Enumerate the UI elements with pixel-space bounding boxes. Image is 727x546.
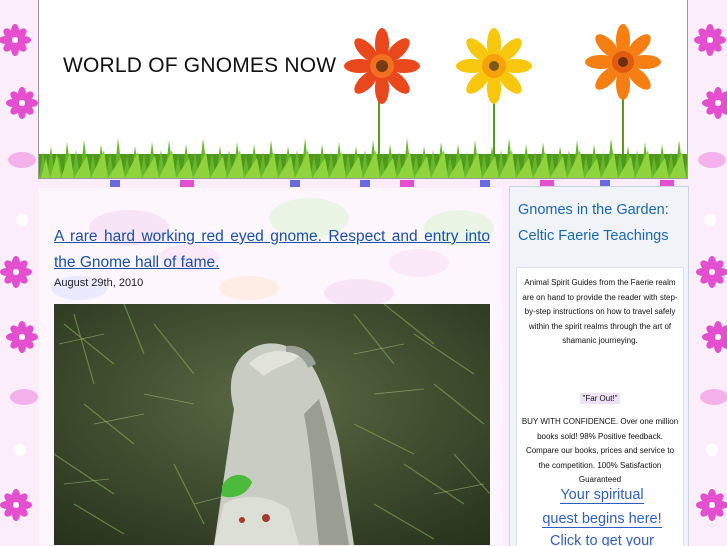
main-content: A rare hard working red eyed gnome. Resp…: [39, 188, 503, 545]
post-date: August 29th, 2010: [54, 277, 144, 289]
site-header: WORLD OF GNOMES NOW: [38, 0, 688, 179]
quest-link-text-3[interactable]: Click to get your: [550, 533, 654, 546]
grass-image: [39, 138, 687, 178]
sidebar: Gnomes in the Garden: Celtic Faerie Teac…: [509, 186, 689, 546]
tagline-text: "Far Out!": [580, 393, 620, 404]
quest-link-line-3[interactable]: Click to get your: [522, 531, 682, 546]
quest-link-line-1[interactable]: Your spiritual: [522, 485, 682, 505]
quest-link-text-1[interactable]: Your spiritual: [560, 487, 644, 504]
post-title-link[interactable]: A rare hard working red eyed gnome. Resp…: [54, 224, 490, 276]
quest-link-line-2[interactable]: quest begins here!: [522, 509, 682, 529]
book-tagline: "Far Out!": [517, 393, 683, 404]
purchase-guarantee: BUY WITH CONFIDENCE. Over one million bo…: [521, 417, 679, 484]
book-description: Animal Spirit Guides from the Faerie rea…: [522, 278, 678, 345]
site-title[interactable]: WORLD OF GNOMES NOW: [63, 54, 336, 78]
sidebar-title-link[interactable]: Gnomes in the Garden: Celtic Faerie Teac…: [518, 197, 683, 249]
gnome-photo: [54, 304, 490, 545]
quest-link-text-2[interactable]: quest begins here!: [542, 511, 662, 528]
